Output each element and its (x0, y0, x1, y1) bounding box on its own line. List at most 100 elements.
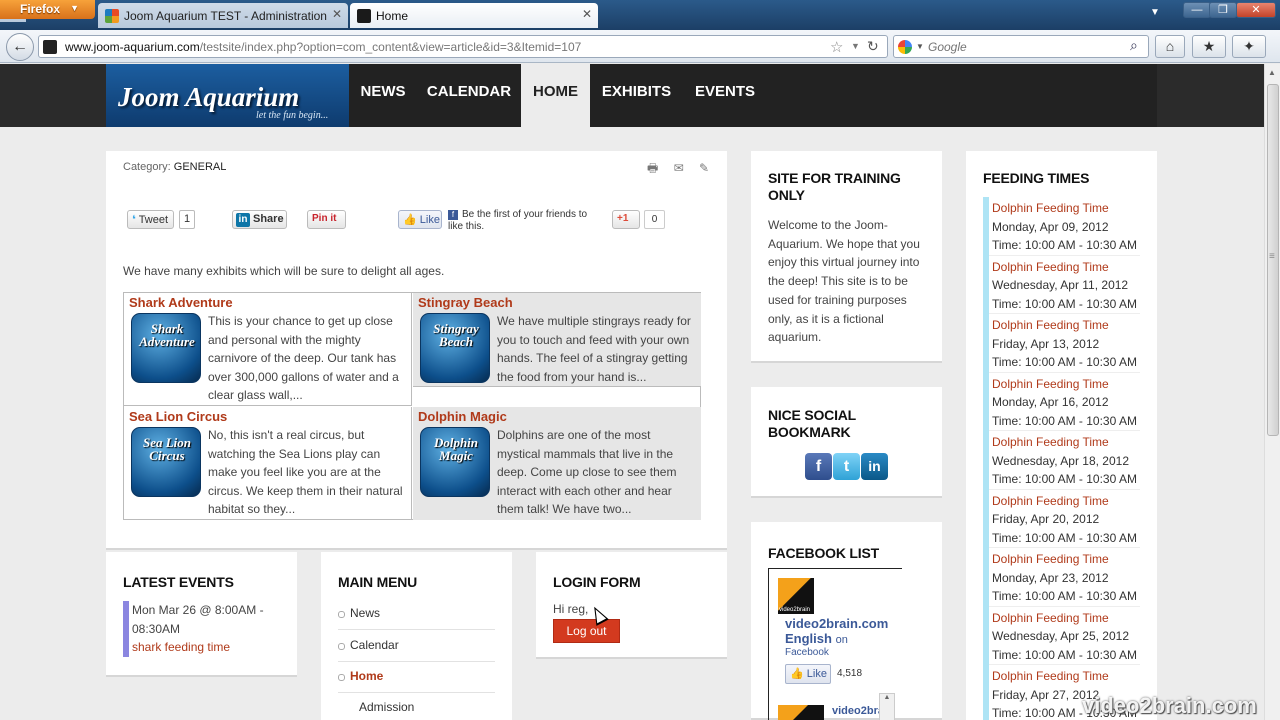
avatar-label: video2brain (779, 607, 811, 613)
close-tab-icon[interactable]: ✕ (582, 7, 592, 21)
exhibit-card: Dolphin Magic Dolphin Magic Dolphins are… (413, 407, 701, 520)
exhibit-description: We have multiple stingrays ready for you… (497, 314, 691, 384)
linkedin-icon[interactable]: in (861, 453, 888, 480)
exhibit-thumbnail[interactable]: Sea Lion Circus (131, 427, 201, 497)
bookmark-star-icon[interactable]: ☆ (830, 38, 843, 56)
nav-calendar[interactable]: CALENDAR (417, 64, 521, 127)
logo-tagline: let the fun begin... (256, 110, 329, 121)
facebook-page-name[interactable]: video2brain.com English on (785, 616, 902, 648)
twitter-icon[interactable]: t (833, 453, 860, 480)
feed-date: Monday, Apr 09, 2012 (992, 219, 1109, 234)
feed-date: Friday, Apr 13, 2012 (992, 336, 1100, 351)
latest-events-module: LATEST EVENTS Mon Mar 26 @ 8:00AM - 08:3… (106, 552, 297, 677)
tab-home[interactable]: Home ✕ (350, 3, 598, 28)
exhibit-title[interactable]: Sea Lion Circus (129, 409, 227, 424)
page-scrollbar[interactable]: ▲ (1264, 64, 1280, 720)
feed-title[interactable]: Dolphin Feeding Time (992, 433, 1140, 452)
exhibit-title[interactable]: Shark Adventure (129, 295, 233, 310)
tab-administration[interactable]: Joom Aquarium TEST - Administration ✕ (98, 3, 348, 28)
site-header: Joom Aquarium let the fun begin... NEWS … (0, 64, 1264, 127)
google-icon[interactable] (898, 40, 912, 54)
tab-title: Joom Aquarium TEST - Administration (124, 9, 327, 23)
feed-title[interactable]: Dolphin Feeding Time (992, 258, 1140, 277)
list-all-tabs-icon[interactable]: ▼ (1150, 7, 1160, 18)
url-bar[interactable]: www.joom-aquarium.com/testsite/index.php… (38, 35, 888, 58)
module-title: NICE SOCIAL BOOKMARK (768, 407, 856, 440)
login-form-module: LOGIN FORM Hi reg, Log out (536, 552, 727, 659)
exhibit-thumbnail[interactable]: Dolphin Magic (420, 427, 490, 497)
nav-home[interactable]: HOME (521, 64, 590, 127)
exhibit-thumbnail[interactable]: Stingray Beach (420, 313, 490, 383)
close-window-icon[interactable]: ✕ (1236, 2, 1276, 18)
facebook-like-button[interactable]: 👍 Like (785, 664, 831, 684)
exhibit-thumbnail-label: Dolphin Magic (433, 435, 479, 463)
google-plus-button[interactable]: +1 (612, 210, 640, 229)
category-value[interactable]: GENERAL (174, 161, 227, 173)
facebook-like-button[interactable]: 👍 Like (398, 210, 442, 229)
main-menu-item-calendar[interactable]: Calendar (338, 631, 495, 662)
url-history-dropdown-icon[interactable]: ▼ (851, 41, 860, 51)
feed-title[interactable]: Dolphin Feeding Time (992, 667, 1140, 686)
logo-title: Joom Aquarium (118, 82, 300, 112)
article-intro: We have many exhibits which will be sure… (123, 264, 445, 278)
addon-button[interactable]: ✦ (1232, 35, 1266, 58)
facebook-label[interactable]: Facebook (785, 647, 829, 658)
reload-icon[interactable]: ↻ (867, 38, 879, 55)
search-input[interactable] (928, 38, 1118, 55)
main-menu-item-admission[interactable]: Admission (338, 693, 495, 720)
exhibit-title[interactable]: Stingray Beach (418, 295, 513, 310)
feed-time: Time: 10:00 AM - 10:30 AM (992, 472, 1137, 487)
main-menu-item-home[interactable]: Home (338, 662, 495, 693)
pinit-button[interactable]: Pin it (307, 210, 346, 229)
widget-scrollbar[interactable]: ▲ (879, 693, 895, 720)
search-icon[interactable]: ⌕ (1130, 37, 1138, 54)
feed-title[interactable]: Dolphin Feeding Time (992, 375, 1140, 394)
feed-title[interactable]: Dolphin Feeding Time (992, 609, 1140, 628)
print-email-edit-icons[interactable]: 🖶 ✉ ✎ (647, 159, 715, 180)
site-logo[interactable]: Joom Aquarium let the fun begin... (106, 64, 349, 127)
list-item: Dolphin Feeding Time Friday, Apr 13, 2012… (989, 314, 1140, 373)
main-menu-item-news[interactable]: News (338, 599, 495, 630)
tweet-label: Tweet (138, 214, 169, 226)
event-link[interactable]: shark feeding time (132, 638, 283, 657)
scroll-up-icon[interactable]: ▲ (1268, 68, 1276, 77)
facebook-post-avatar[interactable] (778, 705, 824, 720)
like-label: Like (419, 214, 440, 226)
google-plus-count: 0 (644, 210, 665, 229)
nav-news[interactable]: NEWS (349, 64, 417, 127)
logout-button[interactable]: Log out (553, 619, 620, 643)
search-engine-dropdown-icon[interactable]: ▼ (916, 42, 924, 51)
close-tab-icon[interactable]: ✕ (332, 7, 342, 21)
feed-title[interactable]: Dolphin Feeding Time (992, 550, 1140, 569)
feed-title[interactable]: Dolphin Feeding Time (992, 316, 1140, 335)
search-bar: ▼ ⌕ (893, 35, 1149, 58)
exhibit-thumbnail[interactable]: Shark Adventure (131, 313, 201, 383)
tweet-button[interactable]: ❛ Tweet (127, 210, 174, 229)
back-button[interactable]: ← (6, 33, 34, 61)
joomla-favicon-icon (105, 9, 119, 23)
thumbs-up-icon: 👍 (403, 214, 417, 226)
minimize-icon[interactable]: — (1183, 2, 1211, 18)
feed-time: Time: 10:00 AM - 10:30 AM (992, 530, 1137, 545)
list-item: Dolphin Feeding Time Monday, Apr 23, 2012… (989, 548, 1140, 607)
facebook-post-author[interactable]: video2bra (832, 705, 884, 717)
bookmarks-button[interactable]: ★ (1192, 35, 1226, 58)
firefox-menu-button[interactable]: Firefox ▼ (0, 0, 95, 19)
linkedin-share-label: Share (253, 213, 284, 225)
nav-exhibits[interactable]: EXHIBITS (590, 64, 683, 127)
facebook-icon: f (448, 210, 458, 220)
scrollbar-thumb[interactable] (1267, 84, 1279, 436)
url-text[interactable]: www.joom-aquarium.com/testsite/index.php… (65, 40, 581, 54)
feed-title[interactable]: Dolphin Feeding Time (992, 199, 1140, 218)
module-title: LOGIN FORM (553, 574, 641, 590)
linkedin-share-button[interactable]: in Share (232, 210, 287, 229)
list-item: Dolphin Feeding Time Wednesday, Apr 25, 2… (989, 607, 1140, 665)
maximize-icon[interactable]: ❐ (1209, 2, 1237, 18)
nav-events[interactable]: EVENTS (683, 64, 767, 127)
facebook-page-avatar[interactable]: video2brain (778, 578, 814, 614)
facebook-icon[interactable]: f (805, 453, 832, 480)
feed-title[interactable]: Dolphin Feeding Time (992, 492, 1140, 511)
home-button[interactable]: ⌂ (1155, 35, 1185, 58)
feed-date: Monday, Apr 23, 2012 (992, 570, 1109, 585)
exhibit-title[interactable]: Dolphin Magic (418, 409, 507, 424)
